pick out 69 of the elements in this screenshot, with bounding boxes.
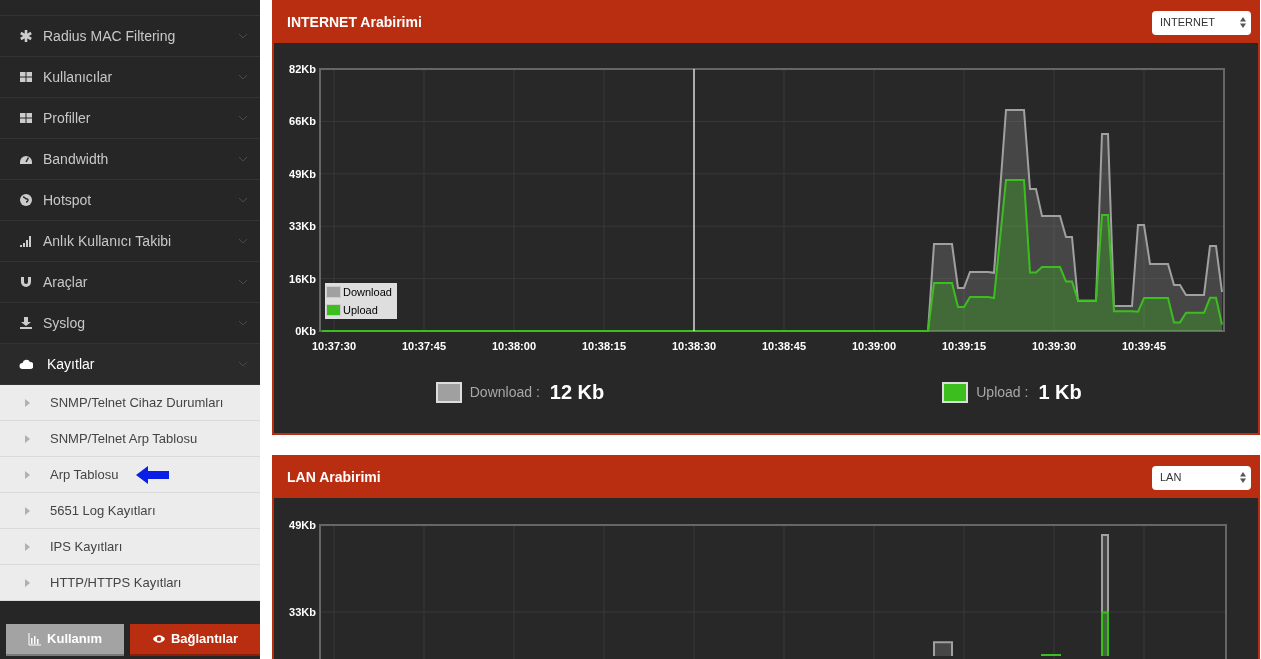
magnet-icon [19, 275, 33, 289]
chevron-down-icon [238, 238, 248, 244]
grid-icon [19, 111, 33, 125]
chevron-down-icon [238, 115, 248, 121]
x-axis-label: 10:38:00 [492, 340, 536, 352]
submenu-item[interactable]: SNMP/Telnet Arp Tablosu [0, 421, 260, 457]
total-swatch [435, 381, 462, 403]
download-icon [19, 316, 33, 330]
y-axis-label: 66Kb [289, 115, 316, 128]
submenu-item[interactable]: Arp Tablosu [0, 457, 260, 493]
traffic-area-drawing [1041, 654, 1061, 657]
submenu-item[interactable]: HTTP/HTTPS Kayıtları [0, 565, 260, 601]
x-axis-label: 10:39:00 [852, 340, 896, 352]
chevron-down-icon [238, 74, 248, 80]
chevron-down-icon [238, 320, 248, 326]
panel-title: LAN Arabirimi [287, 468, 381, 487]
caret-right-icon [25, 398, 30, 407]
x-axis-label: 10:37:30 [312, 340, 356, 352]
caret-right-icon [25, 578, 30, 587]
caret-right-icon [25, 434, 30, 443]
submenu-item[interactable]: IPS Kayıtları [0, 529, 260, 565]
eye-icon [151, 632, 166, 646]
x-axis-label: 10:37:45 [402, 340, 446, 352]
submenu-item[interactable]: SNMP/Telnet Cihaz Durumları [0, 385, 260, 421]
total-label: Download : [469, 382, 540, 402]
y-axis-label: 82Kb [289, 63, 316, 75]
bar-chart-icon [28, 632, 43, 646]
up-down-arrows-icon [1240, 472, 1246, 483]
asterisk-icon [19, 29, 33, 43]
chevron-down-icon [238, 279, 248, 285]
sidebar-item[interactable]: Kayıtlar [0, 344, 260, 385]
y-axis-label: 33Kb [289, 220, 316, 233]
y-axis-label: 0Kb [295, 325, 316, 337]
total-value: 1 Kb [1038, 380, 1082, 405]
x-axis-label: 10:39:45 [1122, 340, 1166, 352]
x-axis-label: 10:38:45 [762, 340, 806, 352]
interface-select[interactable]: LAN [1152, 465, 1251, 490]
submenu-item[interactable]: 5651 Log Kayıtları [0, 493, 260, 529]
chevron-down-icon [238, 156, 248, 162]
total-value: 12 Kb [549, 380, 605, 405]
chevron-down-icon [238, 33, 248, 39]
total-label: Upload : [976, 382, 1029, 402]
caret-right-icon [25, 470, 30, 479]
x-axis-label: 10:39:15 [942, 340, 986, 352]
footer-button[interactable]: Bağlantılar [130, 624, 260, 656]
y-axis-label: 49Kb [289, 519, 316, 531]
chevron-down-icon [238, 361, 248, 367]
y-axis-label: 49Kb [289, 167, 316, 180]
signal-icon [19, 234, 33, 248]
cloud-icon [19, 357, 33, 371]
up-down-arrows-icon [1240, 17, 1246, 28]
x-axis-label: 10:38:15 [582, 340, 626, 352]
traffic-area-drawing [933, 641, 953, 657]
interface-select[interactable]: INTERNET [1152, 10, 1251, 35]
chevron-down-icon [238, 197, 248, 203]
panel-title: INTERNET Arabirimi [287, 13, 422, 32]
y-axis-label: 33Kb [289, 606, 316, 618]
x-axis-label: 10:38:30 [672, 340, 716, 352]
legend-swatch [326, 303, 341, 316]
legend-swatch [326, 286, 341, 299]
caret-right-icon [25, 506, 30, 515]
caret-right-icon [25, 542, 30, 551]
y-axis-label: 16Kb [289, 272, 316, 285]
legend-label: Upload [343, 302, 378, 318]
legend-label: Download [343, 285, 392, 300]
total-swatch [942, 381, 969, 403]
globe-icon [19, 193, 33, 207]
x-axis-label: 10:39:30 [1032, 340, 1076, 352]
grid-icon [19, 70, 33, 84]
